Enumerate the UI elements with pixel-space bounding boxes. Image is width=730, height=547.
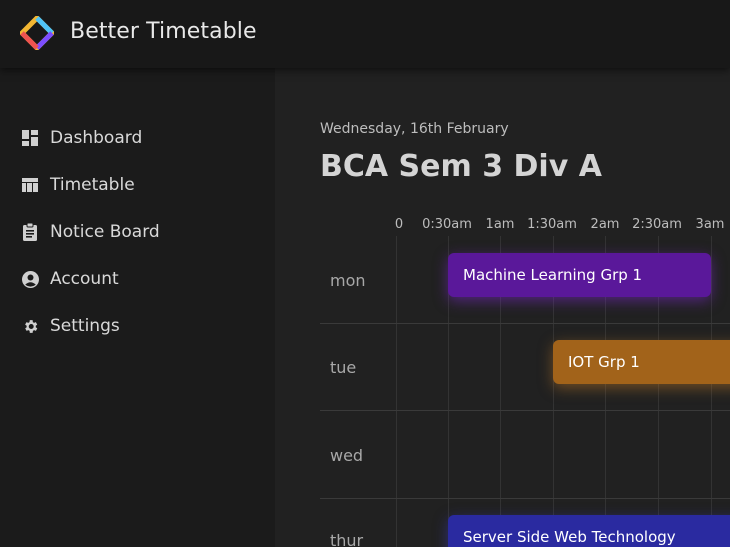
event-server-side-web[interactable]: Server Side Web Technology xyxy=(448,515,730,547)
time-label: 2:30am xyxy=(632,217,682,232)
sidebar-item-dashboard[interactable]: Dashboard xyxy=(20,123,250,153)
account-circle-icon xyxy=(20,269,40,289)
better-timetable-logo[interactable] xyxy=(20,16,54,50)
main-content: Wednesday, 16th February BCA Sem 3 Div A… xyxy=(275,68,730,547)
sidebar-item-label: Notice Board xyxy=(50,222,160,242)
time-label: 2am xyxy=(590,217,620,232)
day-label-wed: wed xyxy=(330,446,364,465)
sidebar-item-settings[interactable]: Settings xyxy=(20,311,250,341)
sidebar-item-account[interactable]: Account xyxy=(20,264,250,294)
top-bar: Better Timetable xyxy=(0,0,730,68)
row-divider xyxy=(320,323,730,324)
sidebar-item-label: Dashboard xyxy=(50,128,143,148)
sidebar-item-notice-board[interactable]: Notice Board xyxy=(20,217,250,247)
event-machine-learning[interactable]: Machine Learning Grp 1 xyxy=(448,253,711,297)
gear-icon xyxy=(20,316,40,336)
time-label: 1am xyxy=(485,217,515,232)
sidebar-item-label: Timetable xyxy=(50,175,135,195)
clipboard-icon xyxy=(20,222,40,242)
timetable-grid: 0 0:30am 1am 1:30am 2am 2:30am 3am mon t… xyxy=(275,68,730,547)
sidebar-item-label: Settings xyxy=(50,316,120,336)
sidebar-item-timetable[interactable]: Timetable xyxy=(20,170,250,200)
dashboard-icon xyxy=(20,128,40,148)
time-label: 3am xyxy=(695,217,725,232)
table-icon xyxy=(20,175,40,195)
day-label-mon: mon xyxy=(330,271,366,290)
grid-line xyxy=(396,236,397,547)
grid-line xyxy=(711,236,712,547)
day-label-tue: tue xyxy=(330,358,357,377)
day-label-thur: thur xyxy=(330,531,364,547)
event-iot[interactable]: IOT Grp 1 xyxy=(553,340,730,384)
row-divider xyxy=(320,410,730,411)
sidebar: Dashboard Timetable Notice Board Account… xyxy=(0,68,275,547)
time-label: 0:30am xyxy=(422,217,472,232)
time-label: 0 xyxy=(394,217,404,232)
sidebar-item-label: Account xyxy=(50,269,119,289)
row-divider xyxy=(320,498,730,499)
app-title: Better Timetable xyxy=(70,19,257,44)
time-label: 1:30am xyxy=(527,217,577,232)
